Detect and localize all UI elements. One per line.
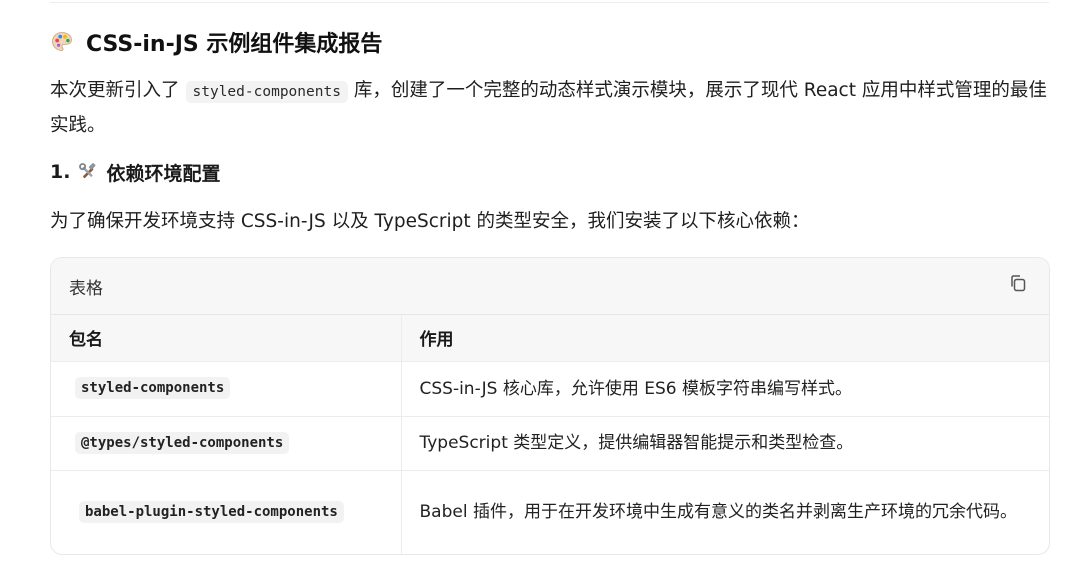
report-title-text: CSS-in-JS 示例组件集成报告 bbox=[86, 32, 383, 57]
report-title: CSS-in-JS 示例组件集成报告 bbox=[50, 26, 1050, 58]
intro-paragraph: 本次更新引入了 styled-components 库，创建了一个完整的动态样式演示… bbox=[50, 74, 1050, 143]
dependency-table-card: 表格 包名 作用 styled-components CSS-in-JS 核心库… bbox=[50, 257, 1050, 555]
palette-icon bbox=[50, 30, 74, 54]
header-package-name: 包名 bbox=[51, 315, 402, 362]
table-row: babel-plugin-styled-components Babel 插件，… bbox=[51, 470, 1049, 554]
table-card-label: 表格 bbox=[69, 278, 103, 299]
package-name-code: babel-plugin-styled-components bbox=[79, 501, 344, 524]
section-heading-text: 依赖环境配置 bbox=[106, 162, 221, 185]
package-name-code: styled-components bbox=[75, 377, 231, 399]
package-cell: styled-components bbox=[51, 361, 402, 417]
section-lead-paragraph: 为了确保开发环境支持 CSS-in-JS 以及 TypeScript 的类型安全… bbox=[50, 211, 810, 232]
purpose-cell: TypeScript 类型定义，提供编辑器智能提示和类型检查。 bbox=[401, 416, 1049, 471]
package-name-code: @types/styled-components bbox=[75, 431, 290, 454]
table-header-row: 包名 作用 bbox=[51, 315, 1049, 362]
table-row: styled-components CSS-in-JS 核心库，允许使用 ES6… bbox=[51, 361, 1049, 417]
section-heading-dependencies: 1. 依赖环境配置 bbox=[50, 157, 1050, 187]
hammer-wrench-icon bbox=[78, 162, 98, 182]
inline-code-styled-components: styled-components bbox=[185, 81, 348, 103]
package-cell: babel-plugin-styled-components bbox=[51, 470, 402, 554]
package-cell: @types/styled-components bbox=[51, 416, 402, 471]
purpose-cell: Babel 插件，用于在开发环境中生成有意义的类名并剥离生产环境的冗余代码。 bbox=[419, 502, 1017, 523]
top-divider bbox=[50, 2, 1049, 3]
section-number: 1. bbox=[50, 161, 71, 183]
table-row: @types/styled-components TypeScript 类型定义… bbox=[51, 416, 1049, 471]
table-card-header: 表格 bbox=[51, 258, 1049, 315]
purpose-cell: CSS-in-JS 核心库，允许使用 ES6 模板字符串编写样式。 bbox=[401, 361, 1049, 417]
dependency-table: 包名 作用 styled-components CSS-in-JS 核心库，允许… bbox=[51, 315, 1049, 554]
copy-icon[interactable] bbox=[1007, 272, 1029, 294]
report-content: CSS-in-JS 示例组件集成报告 本次更新引入了 styled-compone… bbox=[50, 26, 1050, 555]
intro-text-before: 本次更新引入了 bbox=[50, 80, 180, 101]
header-purpose: 作用 bbox=[401, 315, 1049, 362]
